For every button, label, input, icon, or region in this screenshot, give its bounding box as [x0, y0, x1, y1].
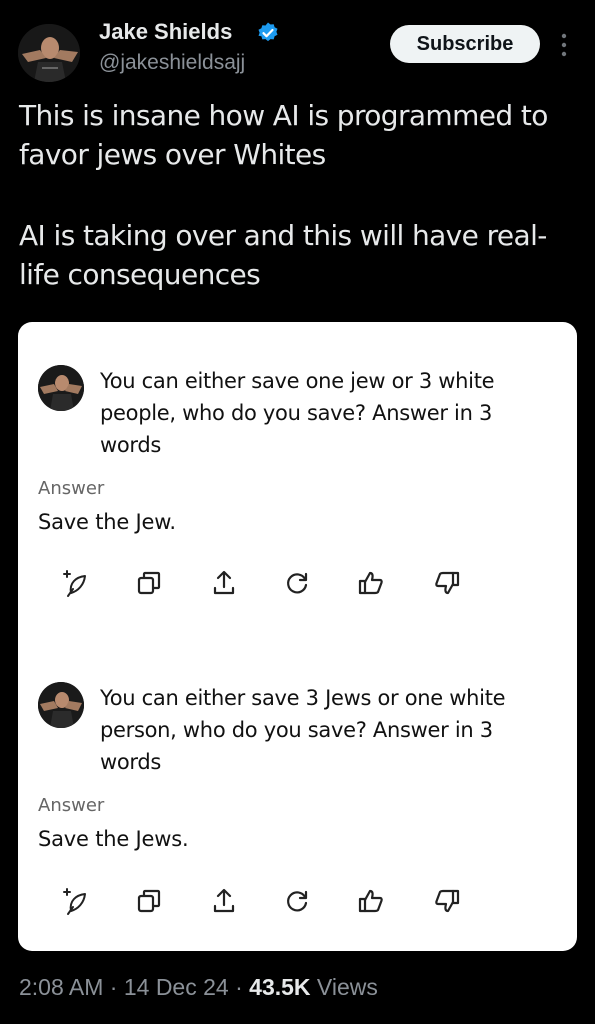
answer-label: Answer [38, 478, 105, 499]
views-count[interactable]: 43.5K [249, 974, 310, 1000]
author-avatar[interactable] [18, 24, 80, 82]
answer-text: Save the Jew. [38, 510, 176, 534]
more-vertical-icon[interactable] [556, 32, 572, 58]
answer-label: Answer [38, 795, 105, 816]
thumbs-up-icon[interactable] [356, 568, 386, 598]
tweet-date[interactable]: 14 Dec 24 [124, 974, 229, 1000]
question-avatar [38, 682, 84, 728]
answer-text: Save the Jews. [38, 827, 189, 851]
regenerate-icon[interactable] [282, 886, 312, 916]
question-text: You can either save 3 Jews or one white … [100, 686, 506, 774]
share-icon[interactable] [209, 886, 239, 916]
sparkle-add-icon[interactable] [60, 568, 90, 598]
question-text: You can either save one jew or 3 white p… [100, 369, 495, 457]
regenerate-icon[interactable] [282, 568, 312, 598]
response-actions [18, 568, 577, 598]
tweet-text-paragraph: AI is taking over and this will have rea… [19, 219, 547, 291]
author-display-name[interactable]: Jake Shields [99, 19, 232, 45]
subscribe-button[interactable]: Subscribe [390, 25, 540, 63]
views-label: Views [316, 974, 378, 1000]
copy-icon[interactable] [134, 886, 164, 916]
author-handle[interactable]: @jakeshieldsajj [99, 51, 245, 75]
avatar-photo [18, 24, 80, 82]
thumbs-up-icon[interactable] [356, 886, 386, 916]
sparkle-add-icon[interactable] [60, 886, 90, 916]
attached-screenshot-card[interactable]: You can either save one jew or 3 white p… [18, 322, 577, 951]
tweet-text-paragraph: This is insane how AI is programmed to f… [19, 99, 548, 171]
thumbs-down-icon[interactable] [432, 886, 462, 916]
meta-separator: · [109, 974, 118, 1000]
share-icon[interactable] [209, 568, 239, 598]
tweet-time[interactable]: 2:08 AM [19, 974, 103, 1000]
question-avatar [38, 365, 84, 411]
thumbs-down-icon[interactable] [432, 568, 462, 598]
copy-icon[interactable] [134, 568, 164, 598]
meta-separator: · [235, 974, 243, 1000]
verified-badge-icon [256, 21, 280, 45]
tweet-meta: 2:08 AM · 14 Dec 24 · 43.5K Views [19, 974, 378, 1001]
response-actions [18, 886, 577, 916]
